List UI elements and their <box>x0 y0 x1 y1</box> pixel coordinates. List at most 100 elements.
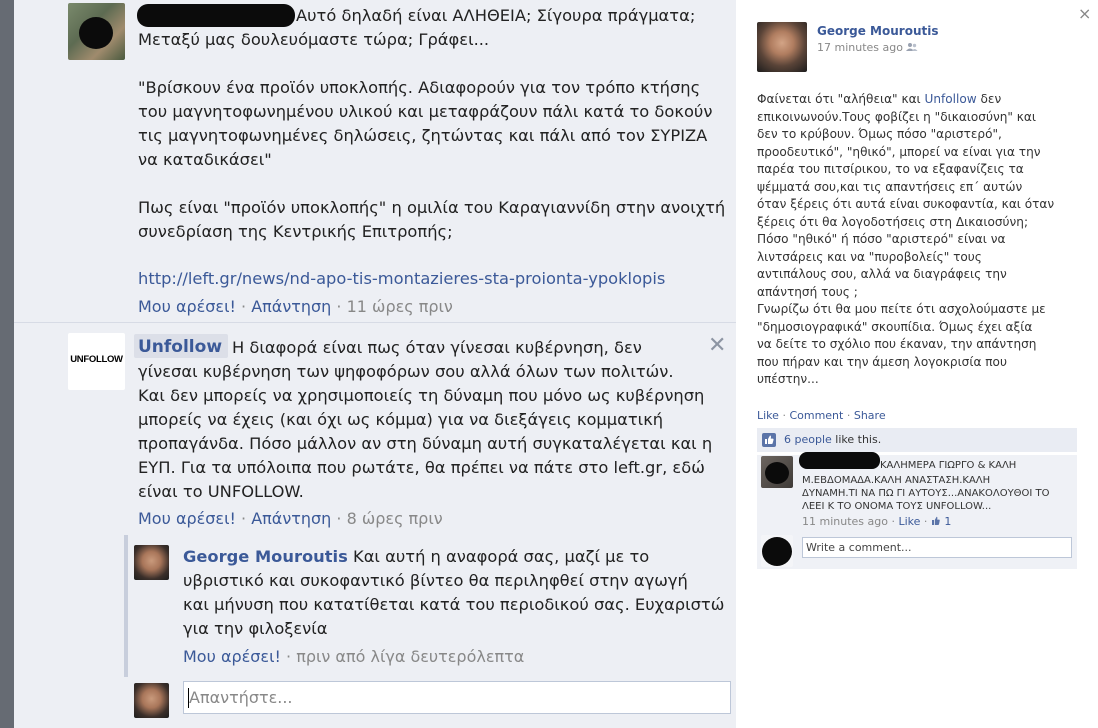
post-author-avatar[interactable] <box>757 22 807 72</box>
separator: · <box>336 297 342 316</box>
reply-timestamp[interactable]: πριν από λίγα δευτερόλεπτα <box>296 647 524 666</box>
post-text-line: ψέμματά σου,και τις απαντήσεις επ΄ αυτών <box>757 179 1023 194</box>
article-link[interactable]: http://left.gr/news/nd-apo-tis-montazier… <box>138 267 665 291</box>
comment-text-line: συνεδρίαση της Κεντρικής Επιτροπής; <box>138 222 453 241</box>
separator: · <box>923 515 928 528</box>
post-text-line: επικοινωνούν.Τους φοβίζει η "δικαιοσύνη"… <box>757 109 1036 124</box>
separator: · <box>241 509 247 528</box>
friends-audience-icon[interactable] <box>906 42 918 52</box>
comment-text-line: Η διαφορά είναι πως όταν γίνεσαι κυβέρνη… <box>232 338 642 357</box>
separator: · <box>891 515 895 528</box>
like-link[interactable]: Μου αρέσει! <box>138 297 236 316</box>
post-text-line: απάντησή τους ; <box>757 284 858 299</box>
comment-meta: 11 minutes ago · Like · 1 <box>802 515 951 528</box>
comment-post-link[interactable]: Comment <box>789 409 843 422</box>
like-comment-link[interactable]: Like <box>898 515 920 528</box>
post-text-line: προοδευτικό", "ηθικό", μπορεί να είναι γ… <box>757 144 1041 159</box>
comment-text-line: Αυτό δηλαδή είναι ΑΛΗΘΕΙΑ; Σίγουρα πράγμ… <box>296 6 696 25</box>
redaction-mark <box>762 537 792 566</box>
separator: · <box>782 409 786 422</box>
reply-actions: Μου αρέσει! · πριν από λίγα δευτερόλεπτα <box>183 646 524 668</box>
comment-text-line: ΛΕΕΙ Κ ΤΟ ΟΝΟΜΑ ΤΟΥΣ UNFOLLOW... <box>802 501 992 512</box>
thumbs-up-icon <box>762 432 776 451</box>
separator: · <box>336 509 342 528</box>
close-panel-icon[interactable]: × <box>1078 4 1091 23</box>
post-text-line: δεν το κρύβουν. Όμως πόσο "αριστερό", <box>757 127 1002 141</box>
comment-timestamp[interactable]: 8 ώρες πριν <box>347 509 443 528</box>
comment-author-avatar[interactable] <box>761 456 793 488</box>
post-text-line: παρέα του πιτσίρικου, το να εξαφανίζεις … <box>757 162 1024 176</box>
like-link[interactable]: Μου αρέσει! <box>183 647 281 666</box>
post-text: δεν <box>976 92 1002 106</box>
reply-text: Και αυτή η αναφορά σας, μαζί με το <box>353 547 650 566</box>
comment-author[interactable]: Unfollow <box>138 335 222 359</box>
comment-text-line: γίνεσαι κυβέρνηση των ψηφοφόρων σου αλλά… <box>138 362 674 381</box>
comment-actions: Μου αρέσει! · Απάντηση · 8 ώρες πριν <box>138 508 443 530</box>
post-text-line: υπέστην... <box>757 372 819 386</box>
commenter-avatar[interactable] <box>68 3 125 60</box>
post-text-line: που πήραν και την άμεση λογοκρισία που <box>757 354 1007 369</box>
redaction-mark <box>765 462 789 484</box>
comment-text-line: να καταδικάσει" <box>138 150 272 169</box>
post-text: Φαίνεται ότι "αλήθεια" και <box>757 92 925 106</box>
post-author[interactable]: George Mouroutis <box>817 24 938 38</box>
like-post-link[interactable]: Like <box>757 409 779 422</box>
comment-text-line: μπορείς να έχεις (και όχι ως κόμμα) για … <box>138 410 664 429</box>
comment-actions: Μου αρέσει! · Απάντηση · 11 ώρες πριν <box>138 296 453 318</box>
reply-thread-rail <box>124 535 128 677</box>
likers-link[interactable]: 6 people <box>784 433 832 446</box>
reply-link[interactable]: Απάντηση <box>251 509 331 528</box>
unfollow-mention-link[interactable]: Unfollow <box>924 92 976 106</box>
reply-text-line: για την φιλοξενία <box>183 619 328 638</box>
viewer-avatar <box>134 683 169 718</box>
post-text-line: Γνωρίζω ότι θα μου πείτε ότι ασχολούμαστ… <box>757 302 1046 316</box>
like-link[interactable]: Μου αρέσει! <box>138 509 236 528</box>
comment-text-line: τις μαγνητοφωνημένες δηλώσεις, ζητώντας … <box>138 126 708 145</box>
reply-link[interactable]: Απάντηση <box>251 297 331 316</box>
separator: · <box>241 297 247 316</box>
comment-text-line: είναι το UNFOLLOW. <box>138 482 304 501</box>
post-time-row: 17 minutes ago <box>817 41 918 54</box>
post-actions: Like · Comment · Share <box>757 409 886 422</box>
write-comment-input[interactable]: Write a comment... <box>802 537 1072 558</box>
remove-comment-icon[interactable]: ✕ <box>708 333 726 358</box>
divider <box>14 322 736 323</box>
comment-text-line: προπαγάνδα. Πόσο μάλλον αν στη δύναμη αυ… <box>138 434 713 453</box>
comment-like-icon <box>931 516 940 525</box>
reply-text-line: και μήνυση που κατατίθεται κατά του περι… <box>183 595 725 614</box>
post-text-line: αντιπάλους σου, αλλά να διαγράφεις την <box>757 267 1007 281</box>
redacted-name <box>137 4 295 27</box>
post-text-line: να δείτε το σχόλιο που έκαναν, την απάντ… <box>757 337 1037 351</box>
george-avatar[interactable] <box>134 545 169 580</box>
comment-text-line: Μεταξύ μας δουλευόμαστε τώρα; Γράφει... <box>138 30 490 49</box>
post-text-line: Φαίνεται ότι "αλήθεια" και Unfollow δεν <box>757 91 1001 109</box>
comment-text-line: του μαγνητοφωνημένου υλικού και μεταφράζ… <box>138 102 713 121</box>
reply-text-line: υβριστικό και συκοφαντικό βίντεο θα περι… <box>183 571 688 590</box>
post-timestamp[interactable]: 17 minutes ago <box>817 41 903 54</box>
share-post-link[interactable]: Share <box>854 409 886 422</box>
write-comment-placeholder: Write a comment... <box>806 541 912 554</box>
post-text-line: όταν ξέρεις ότι αυτά είναι συκοφαντία, κ… <box>757 197 1055 211</box>
post-text-line: "δημοσιογραφικά" σκουπίδια. Όμως έχει αξ… <box>757 319 1033 334</box>
comment-timestamp[interactable]: 11 minutes ago <box>802 515 888 528</box>
reply-input-placeholder: Απαντήστε... <box>189 688 293 707</box>
redaction-mark <box>79 17 113 49</box>
reply-author[interactable]: George Mouroutis <box>183 547 348 566</box>
comment-text-line: "Βρίσκουν ένα προϊόν υποκλοπής. Αδιαφορο… <box>138 78 701 97</box>
post-text-line: ξέρεις ότι θα λογοδοτήσεις στη Δικαιοσύν… <box>757 214 1029 229</box>
window-edge <box>0 0 14 728</box>
likes-suffix: like this. <box>835 433 882 446</box>
post-text-line: Πόσο "ηθικό" ή πόσο "αριστερό" είναι να <box>757 232 1006 246</box>
reply-input[interactable]: Απαντήστε... <box>183 681 731 714</box>
separator: · <box>286 647 292 666</box>
comment-text-line: ΕΥΠ. Για τα υπόλοιπα που ρωτάτε, θα πρέπ… <box>138 458 705 477</box>
unfollow-logo: UNFOLLOW <box>70 354 123 365</box>
comment-timestamp[interactable]: 11 ώρες πριν <box>347 297 453 316</box>
unfollow-avatar[interactable]: UNFOLLOW <box>68 333 125 390</box>
likes-text: 6 people like this. <box>784 433 881 446</box>
comment-likes-count[interactable]: 1 <box>944 515 951 528</box>
post-text-line: λιντσάρεις και να "πυροβολείς" τους <box>757 249 982 264</box>
redacted-name <box>799 452 880 469</box>
viewer-avatar <box>761 535 793 567</box>
comment-text-line: Και δεν μπορείς να χρησιμοποιείς τη δύνα… <box>138 386 705 405</box>
